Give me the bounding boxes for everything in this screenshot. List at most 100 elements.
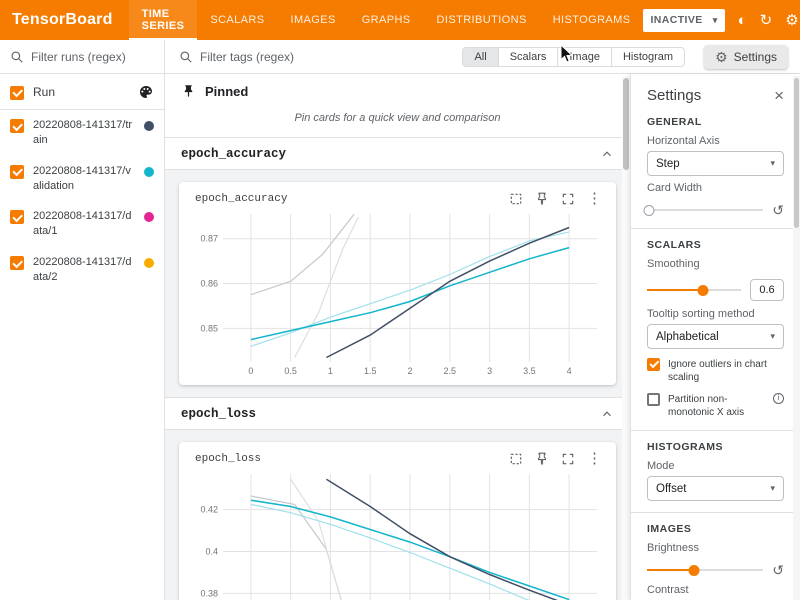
run-checkbox[interactable] — [10, 210, 24, 224]
chevron-up-icon[interactable] — [600, 407, 614, 421]
chevron-down-icon: ▾ — [770, 158, 775, 169]
run-checkbox[interactable] — [10, 165, 24, 179]
settings-panel-title: Settings — [647, 87, 701, 104]
pin-icon[interactable] — [535, 452, 549, 466]
settings-panel-header: Settings × — [647, 87, 784, 104]
filter-pill-image[interactable]: Image — [557, 47, 612, 67]
svg-text:0.4: 0.4 — [205, 547, 218, 557]
more-options-icon[interactable]: ⋮ — [587, 191, 602, 206]
run-row-validation[interactable]: 20220808-141317/validation — [0, 156, 164, 202]
card-width-label: Card Width — [647, 182, 784, 194]
horizontal-axis-label: Horizontal Axis — [647, 135, 784, 147]
histogram-mode-select[interactable]: Offset ▾ — [647, 476, 784, 501]
run-color-dot[interactable] — [144, 167, 154, 177]
more-options-icon[interactable]: ⋮ — [587, 451, 602, 466]
svg-text:0.42: 0.42 — [200, 505, 218, 515]
fullscreen-icon[interactable] — [561, 452, 575, 466]
slider-thumb[interactable] — [644, 205, 655, 216]
fullscreen-icon[interactable] — [561, 192, 575, 206]
svg-text:2: 2 — [407, 366, 412, 376]
horizontal-axis-select[interactable]: Step ▾ — [647, 151, 784, 176]
epoch-accuracy-chart[interactable]: 00.511.522.533.540.850.860.87 — [187, 208, 607, 378]
contrast-label: Contrast — [647, 584, 784, 596]
scrollbar-thumb[interactable] — [623, 78, 629, 170]
runs-sidebar: Run 20220808-141317/train 20220808-14131… — [0, 74, 165, 600]
search-icon — [10, 50, 24, 64]
smoothing-slider[interactable] — [647, 289, 741, 291]
top-bar: TensorBoard TIME SERIES SCALARS IMAGES G… — [0, 0, 800, 40]
tab-scalars[interactable]: SCALARS — [197, 0, 277, 40]
fit-to-data-icon[interactable] — [509, 192, 523, 206]
filter-pill-all[interactable]: All — [462, 47, 498, 67]
filter-toolbar: All Scalars Image Histogram ⚙ Settings — [0, 40, 800, 74]
chevron-down-icon: ▾ — [713, 15, 718, 26]
settings-button-label: Settings — [734, 50, 777, 64]
filter-tags-input[interactable] — [200, 50, 350, 64]
partition-x-axis-checkbox[interactable] — [647, 393, 660, 406]
slider-thumb[interactable] — [698, 285, 709, 296]
tab-histograms[interactable]: HISTOGRAMS — [540, 0, 644, 40]
partition-x-axis-row[interactable]: Partition non-monotonic X axis i — [647, 393, 784, 419]
info-icon[interactable]: i — [773, 393, 784, 404]
svg-text:3.5: 3.5 — [523, 366, 536, 376]
settings-panel: Settings × GENERAL Horizontal Axis Step … — [630, 74, 800, 600]
reset-icon[interactable]: ↺ — [772, 203, 784, 217]
pin-icon[interactable] — [535, 192, 549, 206]
section-title: epoch_loss — [181, 407, 256, 421]
chevron-up-icon[interactable] — [600, 147, 614, 161]
main-scrollbar[interactable] — [622, 76, 630, 600]
tab-images[interactable]: IMAGES — [278, 0, 349, 40]
smoothing-value-input[interactable]: 0.6 — [750, 279, 784, 301]
slider-thumb[interactable] — [688, 565, 699, 576]
gear-icon[interactable]: ⚙ — [785, 13, 798, 28]
tab-distributions[interactable]: DISTRIBUTIONS — [424, 0, 540, 40]
filter-runs-input[interactable] — [31, 50, 141, 64]
chevron-down-icon: ▾ — [770, 331, 775, 342]
epoch-loss-chart[interactable]: 00.511.522.533.540.360.380.40.42 — [187, 468, 607, 600]
smoothing-row: 0.6 — [647, 279, 784, 301]
ignore-outliers-row[interactable]: Ignore outliers in chart scaling — [647, 358, 784, 384]
ignore-outliers-checkbox[interactable] — [647, 358, 660, 371]
scrollbar-thumb[interactable] — [794, 78, 799, 228]
card-header: epoch_accuracy ⋮ — [187, 188, 608, 208]
run-checkbox[interactable] — [10, 256, 24, 270]
card-header: epoch_loss ⋮ — [187, 448, 608, 468]
runs-header-label: Run — [33, 85, 55, 99]
settings-scrollbar[interactable] — [793, 76, 800, 600]
run-color-dot[interactable] — [144, 121, 154, 131]
svg-text:1.5: 1.5 — [364, 366, 377, 376]
run-checkbox[interactable] — [10, 119, 24, 133]
card-width-slider[interactable] — [647, 209, 763, 211]
filter-pill-histogram[interactable]: Histogram — [611, 47, 685, 67]
filter-pill-scalars[interactable]: Scalars — [498, 47, 559, 67]
run-label: 20220808-141317/train — [33, 118, 135, 148]
reload-status-select[interactable]: INACTIVE ▾ — [643, 9, 724, 32]
theme-toggle-icon[interactable]: ◐ — [738, 13, 747, 28]
fit-to-data-icon[interactable] — [509, 452, 523, 466]
run-color-dot[interactable] — [144, 212, 154, 222]
chart-card-epoch-accuracy: epoch_accuracy ⋮ 00.511.522.533.540.850.… — [179, 182, 616, 385]
brightness-slider[interactable] — [647, 569, 763, 571]
section-header-epoch-loss[interactable]: epoch_loss — [165, 398, 630, 430]
run-row-data-1[interactable]: 20220808-141317/data/1 — [0, 201, 164, 247]
close-icon[interactable]: × — [774, 87, 784, 104]
run-row-train[interactable]: 20220808-141317/train — [0, 110, 164, 156]
run-row-data-2[interactable]: 20220808-141317/data/2 — [0, 247, 164, 293]
run-label: 20220808-141317/validation — [33, 164, 135, 194]
settings-button[interactable]: ⚙ Settings — [704, 45, 788, 69]
tab-graphs[interactable]: GRAPHS — [349, 0, 424, 40]
tags-filter-box: All Scalars Image Histogram ⚙ Settings — [165, 40, 800, 73]
tooltip-sorting-label: Tooltip sorting method — [647, 308, 784, 320]
select-all-runs-checkbox[interactable] — [10, 86, 24, 100]
refresh-icon[interactable]: ↻ — [760, 13, 773, 28]
svg-text:4: 4 — [567, 366, 572, 376]
palette-icon[interactable] — [138, 84, 154, 100]
card-actions: ⋮ — [509, 451, 602, 466]
svg-text:2.5: 2.5 — [444, 366, 457, 376]
tooltip-sorting-select[interactable]: Alphabetical ▾ — [647, 324, 784, 349]
svg-text:0.85: 0.85 — [200, 323, 218, 333]
run-color-dot[interactable] — [144, 258, 154, 268]
section-header-epoch-accuracy[interactable]: epoch_accuracy — [165, 138, 630, 170]
tab-time-series[interactable]: TIME SERIES — [129, 0, 198, 40]
reset-icon[interactable]: ↺ — [772, 563, 784, 577]
